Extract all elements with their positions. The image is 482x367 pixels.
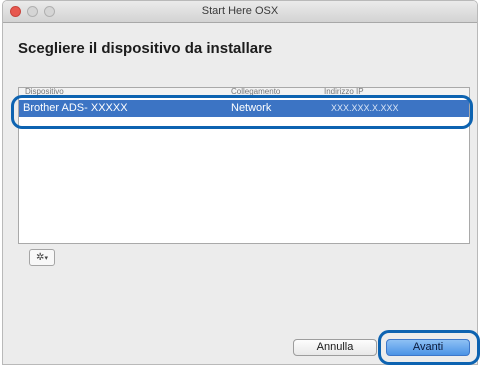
chevron-down-icon: ▾ [44,255,48,262]
page-heading: Scegliere il dispositivo da installare [18,40,273,57]
window-title: Start Here OSX [201,5,279,17]
action-menu-button[interactable]: ✲▾ [29,249,55,266]
cancel-button[interactable]: Annulla [293,339,377,356]
selection-highlight-ring [11,95,473,129]
title-bar: Start Here OSX [3,1,477,23]
next-button-highlight-ring [378,330,480,365]
